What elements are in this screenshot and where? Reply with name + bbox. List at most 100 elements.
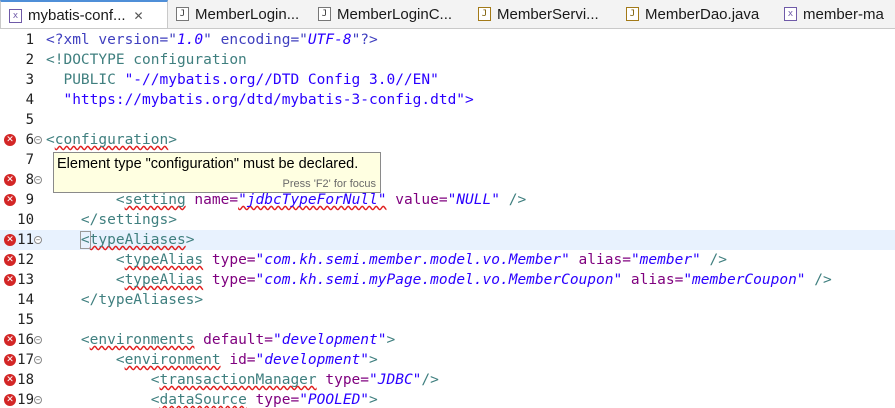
code-token: <!DOCTYPE configuration [46, 52, 247, 68]
line-gutter: ✕ 18 [0, 370, 44, 390]
code-token: "JDBC" [369, 372, 422, 388]
fold-collapse-icon[interactable]: − [34, 396, 42, 404]
code-text[interactable]: <environments default="development"> [46, 330, 395, 350]
code-line[interactable]: 1 <?xml version="1.0" encoding="UTF-8"?> [0, 30, 895, 50]
editor-tab-3[interactable]: J MemberLoginC... [310, 0, 470, 28]
code-line[interactable]: 5 [0, 110, 895, 130]
code-text[interactable]: "https://mybatis.org/dtd/mybatis-3-confi… [46, 90, 473, 110]
error-tooltip: Element type "configuration" must be dec… [53, 152, 381, 193]
jsp-file-icon: J [318, 7, 331, 21]
tab-label: member-ma [803, 5, 884, 23]
code-text[interactable]: <?xml version="1.0" encoding="UTF-8"?> [46, 30, 378, 50]
code-editor[interactable]: 1 <?xml version="1.0" encoding="UTF-8"?> 2… [0, 29, 895, 408]
line-number: 11 [17, 232, 34, 248]
code-line[interactable]: 2 <!DOCTYPE configuration [0, 50, 895, 70]
code-line[interactable]: ✕ 6− <configuration> [0, 130, 895, 150]
error-marker-icon[interactable]: ✕ [4, 274, 16, 286]
close-tab-icon[interactable]: ✕ [134, 9, 144, 23]
code-line[interactable]: ✕ 13 <typeAlias type="com.kh.semi.myPage.… [0, 270, 895, 290]
error-marker-icon[interactable]: ✕ [4, 174, 16, 186]
line-number: 7 [25, 152, 34, 168]
code-token: </settings> [46, 212, 177, 228]
error-marker-icon[interactable]: ✕ [4, 234, 16, 246]
code-token: /> [499, 192, 527, 208]
line-gutter: 2 [0, 50, 44, 70]
xml-file-icon: x [784, 7, 797, 21]
code-line[interactable]: 4 "https://mybatis.org/dtd/mybatis-3-con… [0, 90, 895, 110]
fold-collapse-icon[interactable]: − [34, 176, 42, 184]
code-line[interactable]: ✕ 12 <typeAlias type="com.kh.semi.member.… [0, 250, 895, 270]
code-line[interactable]: ✕ 9 <setting name="jdbcTypeForNull" value… [0, 190, 895, 210]
editor-tab-5[interactable]: J MemberDao.java [618, 0, 776, 28]
code-token: typeAlias [124, 272, 204, 288]
code-token: transactionManager [159, 372, 317, 388]
code-line[interactable]: ✕ 16− <environments default="development"… [0, 330, 895, 350]
error-marker-icon[interactable]: ✕ [4, 134, 16, 146]
code-line[interactable]: 15 [0, 310, 895, 330]
code-text[interactable]: <!DOCTYPE configuration [46, 50, 247, 70]
line-gutter: ✕ 12 [0, 250, 44, 270]
code-text[interactable]: <environment id="development"> [46, 350, 378, 370]
code-token: PUBLIC [46, 72, 125, 88]
editor-tab-1[interactable]: x mybatis-conf... ✕ [0, 0, 168, 28]
error-marker-icon[interactable]: ✕ [4, 334, 16, 346]
code-line[interactable]: ✕ 11− <typeAliases> [0, 230, 895, 250]
code-token: <?xml version=" [46, 32, 177, 48]
code-line[interactable]: 14 </typeAliases> [0, 290, 895, 310]
editor-tab-2[interactable]: J MemberLogin... [168, 0, 310, 28]
fold-collapse-icon[interactable]: − [34, 356, 42, 364]
code-token: "member" [630, 252, 701, 268]
code-token: environments [89, 332, 195, 348]
code-text[interactable]: <configuration> [46, 130, 177, 150]
code-text[interactable]: <typeAliases> [46, 230, 194, 250]
code-text[interactable]: <setting name="jdbcTypeForNull" value="N… [46, 190, 526, 210]
line-number: 12 [17, 252, 34, 268]
code-token: setting [124, 192, 186, 208]
code-token: "development" [255, 352, 370, 368]
code-token: environment [124, 352, 221, 368]
line-number: 3 [25, 72, 34, 88]
code-text[interactable]: <transactionManager type="JDBC"/> [46, 370, 439, 390]
line-number: 4 [25, 92, 34, 108]
code-token: 1.0 [176, 32, 204, 48]
code-token: id= [220, 352, 256, 368]
error-marker-icon[interactable]: ✕ [4, 194, 16, 206]
fold-collapse-icon[interactable]: − [34, 136, 42, 144]
code-line[interactable]: ✕ 18 <transactionManager type="JDBC"/> [0, 370, 895, 390]
code-token: name= [185, 192, 239, 208]
code-token: > [369, 352, 378, 368]
code-text[interactable]: </typeAliases> [46, 290, 203, 310]
code-line[interactable]: 3 PUBLIC "-//mybatis.org//DTD Config 3.0… [0, 70, 895, 90]
code-text[interactable]: <dataSource type="POOLED"> [46, 390, 378, 408]
error-marker-icon[interactable]: ✕ [4, 354, 16, 366]
line-gutter: 1 [0, 30, 44, 50]
fold-collapse-icon[interactable]: − [34, 236, 42, 244]
line-gutter: ✕ 9 [0, 190, 44, 210]
line-number: 1 [25, 32, 34, 48]
code-token: type= [316, 372, 370, 388]
code-token: "jdbcTypeForNull" [238, 192, 387, 208]
code-token: alias= [569, 252, 631, 268]
code-line[interactable]: ✕ 19− <dataSource type="POOLED"> [0, 390, 895, 408]
code-token: " encoding=" [203, 32, 308, 48]
tab-label: MemberLoginC... [337, 5, 453, 23]
line-gutter: 4 [0, 90, 44, 110]
code-token: "NULL" [447, 192, 500, 208]
fold-collapse-icon[interactable]: − [34, 336, 42, 344]
error-marker-icon[interactable]: ✕ [4, 254, 16, 266]
code-token: < [46, 192, 125, 208]
line-number: 15 [17, 312, 34, 328]
editor-tab-6[interactable]: x member-ma [776, 0, 895, 28]
error-marker-icon[interactable]: ✕ [4, 374, 16, 386]
code-text[interactable]: PUBLIC "-//mybatis.org//DTD Config 3.0//… [46, 70, 438, 90]
code-line[interactable]: ✕ 17− <environment id="development"> [0, 350, 895, 370]
line-gutter: ✕ 8− [0, 170, 44, 190]
error-marker-icon[interactable]: ✕ [4, 394, 16, 406]
code-text[interactable]: </settings> [46, 210, 177, 230]
editor-tab-4[interactable]: J MemberServi... [470, 0, 618, 28]
line-number: 19 [17, 392, 34, 408]
code-line[interactable]: 10 </settings> [0, 210, 895, 230]
code-text[interactable]: <typeAlias type="com.kh.semi.myPage.mode… [46, 270, 832, 290]
code-text[interactable]: <typeAlias type="com.kh.semi.member.mode… [46, 250, 727, 270]
